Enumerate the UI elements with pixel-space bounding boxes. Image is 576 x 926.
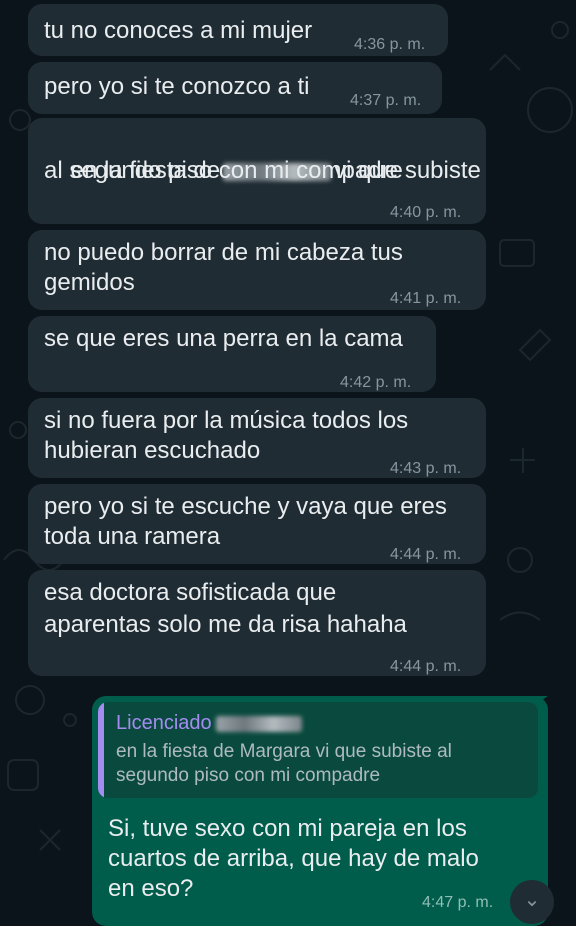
message-bubble-outgoing[interactable]: Licenciado en la fiesta de Margara vi qu… — [92, 696, 548, 926]
message-text-line: al segundo piso con mi compadre — [44, 157, 403, 184]
chevron-down-icon: ⌄ — [523, 889, 541, 911]
message-text-line: gemidos — [44, 269, 135, 296]
message-text-line: pero yo si te escuche y vaya que eres — [44, 493, 447, 520]
message-bubble-incoming[interactable]: en la fiesta de vi que subiste al segundo… — [28, 118, 486, 224]
message-bubble-incoming[interactable]: esa doctora sofisticada que aparentas so… — [28, 570, 486, 676]
scroll-to-bottom-button[interactable]: ⌄ — [510, 880, 554, 924]
message-text: pero yo si te conozco a ti — [44, 73, 310, 100]
message-timestamp: 4:37 p. m. — [350, 92, 422, 109]
quoted-message[interactable]: Licenciado en la fiesta de Margara vi qu… — [98, 702, 538, 798]
message-bubble-incoming[interactable]: no puedo borrar de mi cabeza tus gemidos… — [28, 230, 486, 310]
message-text-line: no puedo borrar de mi cabeza tus — [44, 239, 403, 266]
message-bubble-incoming[interactable]: pero yo si te escuche y vaya que eres to… — [28, 484, 486, 564]
message-text-line: si no fuera por la música todos los — [44, 407, 409, 434]
message-bubble-incoming[interactable]: pero yo si te conozco a ti 4:37 p. m. — [28, 62, 442, 114]
message-text-line: toda una ramera — [44, 523, 221, 550]
message-text-line: esa doctora sofisticada que — [44, 579, 337, 606]
message-bubble-incoming[interactable]: tu no conoces a mi mujer 4:36 p. m. — [28, 4, 448, 56]
message-text: se que eres una perra en la cama — [44, 325, 403, 352]
message-timestamp: 4:47 p. m. — [422, 894, 494, 911]
quoted-author: Licenciado — [116, 711, 302, 735]
message-timestamp: 4:41 p. m. — [390, 290, 462, 307]
message-timestamp: 4:44 p. m. — [390, 658, 462, 675]
message-text: tu no conoces a mi mujer — [44, 17, 313, 44]
message-text-line: aparentas solo me da risa hahaha — [44, 611, 407, 638]
message-timestamp: 4:43 p. m. — [390, 460, 462, 477]
message-bubble-incoming[interactable]: se que eres una perra en la cama 4:42 p.… — [28, 316, 436, 392]
redacted-surname — [215, 715, 302, 732]
message-timestamp: 4:40 p. m. — [390, 204, 462, 221]
message-timestamp: 4:36 p. m. — [354, 36, 426, 53]
quoted-author-name: Licenciado — [116, 712, 212, 734]
quote-accent-bar — [98, 702, 104, 798]
message-timestamp: 4:44 p. m. — [390, 546, 462, 563]
quoted-text: en la fiesta de Margara vi que subiste a… — [116, 741, 452, 786]
message-bubble-incoming[interactable]: si no fuera por la música todos los hubi… — [28, 398, 486, 478]
message-text-line: hubieran escuchado — [44, 437, 261, 464]
message-timestamp: 4:42 p. m. — [340, 374, 412, 391]
